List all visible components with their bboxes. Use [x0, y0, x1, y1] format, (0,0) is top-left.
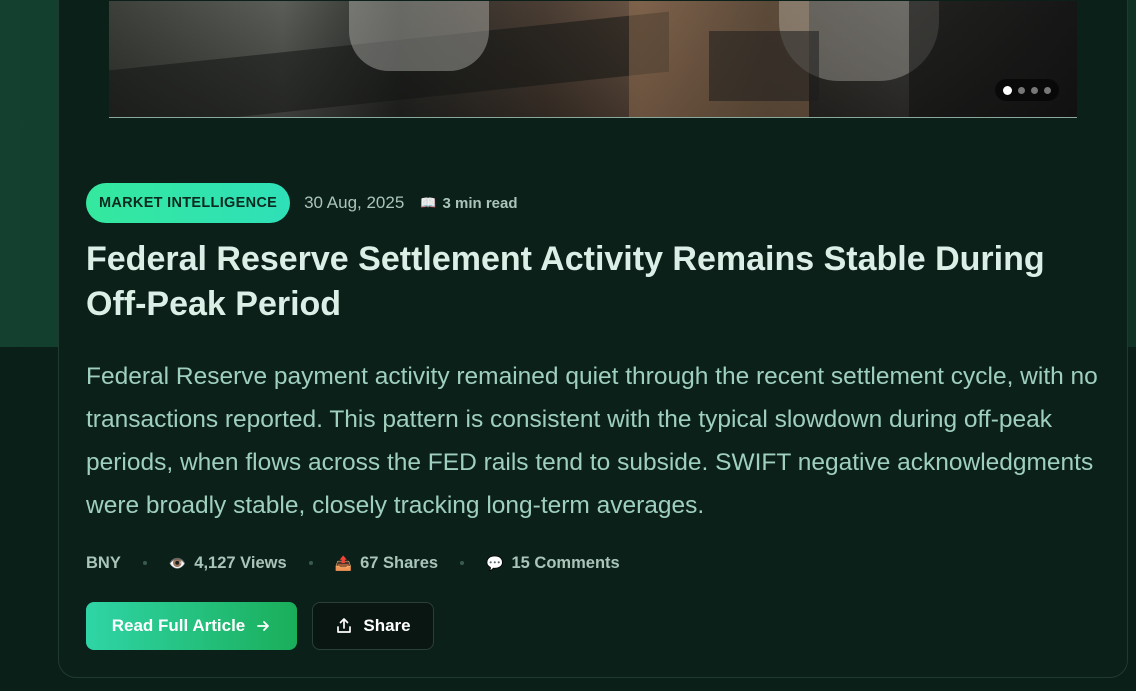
separator: [460, 561, 465, 565]
comments-count: 15 Comments: [511, 553, 620, 572]
carousel-indicators: [995, 79, 1059, 101]
article-stats: BNY 👁️ 4,127 Views 📤 67 Shares 💬 15 Comm…: [86, 551, 620, 575]
views-stat: 👁️ 4,127 Views: [169, 554, 287, 573]
read-full-article-button[interactable]: Read Full Article: [86, 602, 297, 650]
separator: [308, 561, 313, 565]
read-time-label: 3 min read: [442, 194, 518, 212]
book-icon: 📖: [420, 195, 437, 210]
speech-bubble-icon: 💬: [486, 554, 504, 571]
separator: [142, 561, 147, 565]
shares-stat: 📤 67 Shares: [335, 554, 438, 573]
publish-date: 30 Aug, 2025: [304, 193, 405, 212]
source-label: BNY: [86, 553, 121, 572]
carousel-dot[interactable]: [1031, 86, 1038, 94]
read-full-article-label: Read Full Article: [111, 616, 246, 635]
outbox-icon: 📤: [334, 554, 353, 571]
hero-image: [109, 1, 1077, 118]
article-excerpt: Federal Reserve payment activity remaine…: [86, 363, 1098, 519]
article-card: MARKET INTELLIGENCE 30 Aug, 2025 📖 3 min…: [58, 0, 1128, 678]
share-label: Share: [363, 616, 411, 635]
category-badge[interactable]: MARKET INTELLIGENCE: [86, 183, 291, 223]
arrow-right-icon: [255, 618, 271, 634]
article-meta: MARKET INTELLIGENCE 30 Aug, 2025 📖 3 min…: [86, 183, 518, 223]
comments-stat[interactable]: 💬 15 Comments: [486, 554, 620, 573]
carousel-dot[interactable]: [1018, 86, 1025, 94]
read-time: 📖 3 min read: [420, 195, 517, 212]
share-button[interactable]: Share: [312, 602, 434, 650]
shares-count: 67 Shares: [360, 553, 439, 572]
eye-icon: 👁️: [168, 554, 187, 571]
article-title[interactable]: Federal Reserve Settlement Activity Rema…: [86, 237, 1096, 327]
views-count: 4,127 Views: [194, 553, 287, 572]
carousel-dot[interactable]: [1003, 85, 1012, 95]
carousel-dot[interactable]: [1044, 86, 1051, 94]
share-upload-icon: [335, 617, 353, 635]
